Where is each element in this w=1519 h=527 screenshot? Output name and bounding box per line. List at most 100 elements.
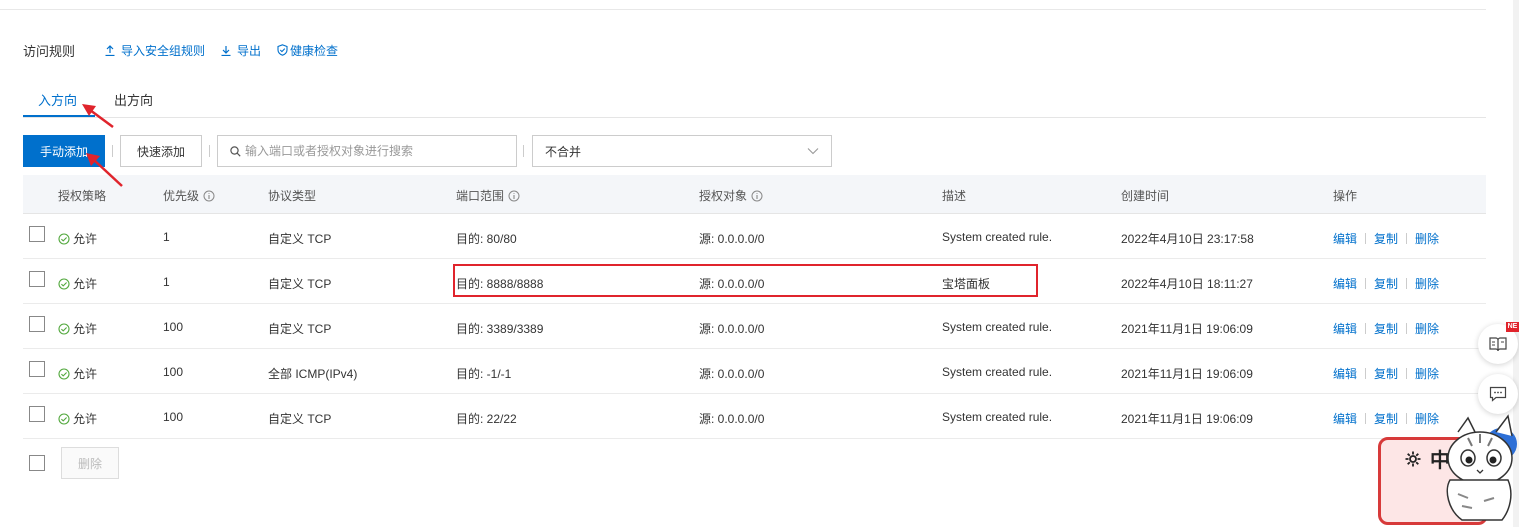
action-divider: [1406, 323, 1408, 334]
edit-link[interactable]: 编辑: [1333, 230, 1357, 247]
created-time-cell: 2022年4月10日 23:17:58: [1121, 232, 1254, 246]
tab-outbound[interactable]: 出方向: [114, 90, 153, 109]
description-cell: System created rule.: [942, 410, 1053, 424]
export-link[interactable]: 导出: [221, 42, 261, 59]
search-box[interactable]: [217, 135, 517, 167]
batch-delete-button[interactable]: 删除: [61, 447, 119, 479]
top-divider: [0, 9, 1486, 10]
allow-check-icon: [58, 322, 70, 335]
edit-link[interactable]: 编辑: [1333, 275, 1357, 292]
created-time-cell: 2021年11月1日 19:06:09: [1121, 322, 1253, 336]
feedback-float-button[interactable]: [1478, 374, 1518, 414]
mascot-widget[interactable]: 中: [1376, 412, 1519, 527]
protocol-cell: 全部 ICMP(IPv4): [268, 367, 358, 381]
allow-check-icon: [58, 412, 70, 425]
protocol-cell: 自定义 TCP: [268, 232, 332, 246]
row-checkbox[interactable]: [29, 271, 45, 287]
allow-check-icon: [58, 232, 70, 245]
info-icon[interactable]: [751, 190, 763, 202]
search-input[interactable]: [245, 144, 495, 158]
priority-cell: 100: [163, 365, 184, 379]
chat-icon: [1489, 386, 1507, 402]
port-range-cell: 目的: -1/-1: [456, 367, 512, 381]
table-header: 授权策略 优先级 协议类型 端口范围 授权对象 描述 创建时间 操作: [23, 175, 1486, 214]
row-actions: 编辑 复制 删除: [1333, 275, 1439, 292]
source-cell: 源: 0.0.0.0/0: [699, 322, 765, 336]
direction-tabs: 入方向 出方向: [23, 86, 1486, 118]
protocol-cell: 自定义 TCP: [268, 412, 332, 426]
col-protocol: 协议类型: [268, 189, 317, 203]
port-range-cell: 目的: 22/22: [456, 412, 517, 426]
edit-link[interactable]: 编辑: [1333, 320, 1357, 337]
description-cell: 宝塔面板: [942, 277, 991, 291]
copy-link[interactable]: 复制: [1374, 365, 1398, 382]
health-check-link[interactable]: 健康检查: [277, 42, 338, 59]
info-icon[interactable]: [508, 190, 520, 202]
table-row: 允许 100 自定义 TCP 目的: 3389/3389 源: 0.0.0.0/…: [23, 304, 1486, 349]
created-time-cell: 2021年11月1日 19:06:09: [1121, 412, 1253, 426]
source-cell: 源: 0.0.0.0/0: [699, 277, 765, 291]
delete-link[interactable]: 删除: [1415, 230, 1439, 247]
row-actions: 编辑 复制 删除: [1333, 320, 1439, 337]
description-cell: System created rule.: [942, 320, 1053, 334]
port-range-cell: 目的: 8888/8888: [456, 277, 544, 291]
copy-link[interactable]: 复制: [1374, 230, 1398, 247]
download-icon: [221, 45, 231, 56]
row-actions: 编辑 复制 删除: [1333, 365, 1439, 382]
table-row: 允许 1 自定义 TCP 目的: 8888/8888 源: 0.0.0.0/0 …: [23, 259, 1486, 304]
tab-inbound[interactable]: 入方向: [38, 90, 77, 109]
edit-link[interactable]: 编辑: [1333, 410, 1357, 427]
active-tab-indicator: [23, 115, 95, 117]
action-divider: [1406, 368, 1408, 379]
toolbar-divider: [112, 145, 113, 157]
source-cell: 源: 0.0.0.0/0: [699, 232, 765, 246]
priority-cell: 1: [163, 275, 170, 289]
export-label: 导出: [237, 43, 262, 58]
rules-header: 访问规则 导入安全组规则 导出 健康检查: [23, 42, 354, 59]
action-divider: [1365, 278, 1367, 289]
col-source: 授权对象: [699, 187, 763, 204]
row-checkbox[interactable]: [29, 316, 45, 332]
copy-link[interactable]: 复制: [1374, 320, 1398, 337]
policy-cell: 允许: [58, 275, 97, 292]
rules-table: 授权策略 优先级 协议类型 端口范围 授权对象 描述 创建时间 操作 允许 1 …: [23, 175, 1486, 439]
col-priority: 优先级: [163, 187, 215, 204]
policy-cell: 允许: [58, 320, 97, 337]
action-divider: [1406, 233, 1408, 244]
merge-select[interactable]: 不合并: [532, 135, 832, 167]
action-divider: [1365, 368, 1367, 379]
row-checkbox[interactable]: [29, 406, 45, 422]
source-cell: 源: 0.0.0.0/0: [699, 367, 765, 381]
select-all-checkbox[interactable]: [29, 455, 45, 471]
port-range-cell: 目的: 3389/3389: [456, 322, 544, 336]
created-time-cell: 2021年11月1日 19:06:09: [1121, 367, 1253, 381]
priority-cell: 100: [163, 320, 184, 334]
action-divider: [1365, 413, 1367, 424]
import-rules-link[interactable]: 导入安全组规则: [105, 42, 205, 59]
edit-link[interactable]: 编辑: [1333, 365, 1357, 382]
info-icon[interactable]: [203, 190, 215, 202]
description-cell: System created rule.: [942, 365, 1053, 379]
row-checkbox[interactable]: [29, 361, 45, 377]
allow-check-icon: [58, 367, 70, 380]
manual-add-button[interactable]: 手动添加: [23, 135, 105, 167]
col-port-range: 端口范围: [456, 187, 520, 204]
cat-mascot-icon: [1446, 414, 1517, 521]
policy-cell: 允许: [58, 365, 97, 382]
action-divider: [1365, 233, 1367, 244]
priority-cell: 1: [163, 230, 170, 244]
gear-icon[interactable]: [1404, 450, 1422, 468]
source-cell: 源: 0.0.0.0/0: [699, 412, 765, 426]
delete-link[interactable]: 删除: [1415, 320, 1439, 337]
policy-cell: 允许: [58, 410, 97, 427]
table-body: 允许 1 自定义 TCP 目的: 80/80 源: 0.0.0.0/0 Syst…: [23, 214, 1486, 439]
quick-add-button[interactable]: 快速添加: [120, 135, 202, 167]
delete-link[interactable]: 删除: [1415, 275, 1439, 292]
protocol-cell: 自定义 TCP: [268, 277, 332, 291]
delete-link[interactable]: 删除: [1415, 365, 1439, 382]
table-row: 允许 100 自定义 TCP 目的: 22/22 源: 0.0.0.0/0 Sy…: [23, 394, 1486, 439]
description-cell: System created rule.: [942, 230, 1053, 244]
copy-link[interactable]: 复制: [1374, 275, 1398, 292]
row-checkbox[interactable]: [29, 226, 45, 242]
created-time-cell: 2022年4月10日 18:11:27: [1121, 277, 1253, 291]
